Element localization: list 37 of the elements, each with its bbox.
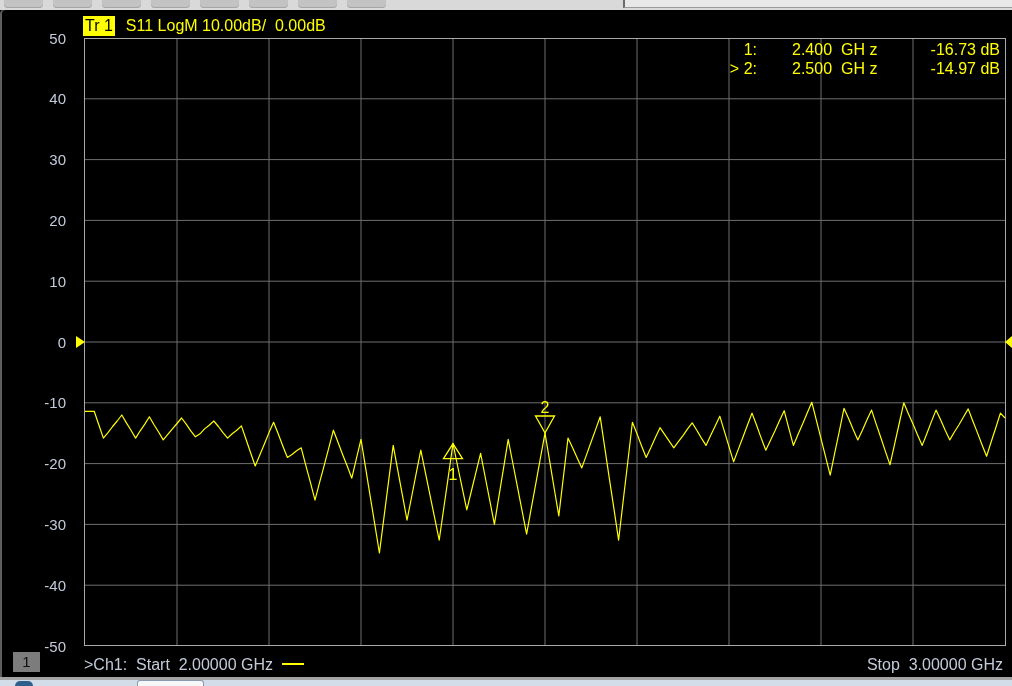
marker-number: > 2: [729,59,757,78]
marker-value: -16.73 dB [930,40,1000,59]
toolbar-button[interactable] [151,0,190,8]
toolbar-button[interactable] [102,0,141,8]
channel-indicator: 1 [13,652,40,672]
toolbar-button[interactable] [53,0,92,8]
y-axis-label: 50 [49,29,66,47]
y-axis-label: 20 [49,211,66,229]
y-axis-label: -50 [44,637,66,655]
toolbar-button[interactable] [347,0,386,8]
toolbar-button[interactable] [249,0,288,8]
taskbar-button[interactable] [137,680,204,686]
marker-frequency: 2.500 GH z [792,59,878,78]
reference-arrow-icon [76,336,85,348]
taskbar-button[interactable] [15,681,33,686]
y-axis-label: -40 [44,576,66,594]
y-axis-label: -20 [44,455,66,473]
reference-arrow-icon [1005,336,1012,348]
marker-label: 2 [540,399,550,416]
marker-frequency: 2.400 GH z [792,40,878,59]
toolbar-button[interactable] [4,0,43,8]
trace-indicator: Tr 1 [83,16,115,36]
y-axis-label: 10 [49,272,66,290]
trace-line-sample-icon [282,663,304,665]
sweep-stop: Stop 3.00000 GHz [866,654,1003,675]
marker-value: -14.97 dB [930,59,1000,78]
marker-label: 1 [448,465,458,483]
y-axis-label: -30 [44,515,66,533]
y-axis-label: 0 [57,333,66,351]
toolbar-button[interactable] [200,0,239,8]
trace-settings: S11 LogM 10.00dB/ 0.00dB [125,16,326,36]
y-axis-label: 40 [49,90,66,108]
toolbar-button[interactable] [298,0,337,8]
sweep-start: >Ch1: Start 2.00000 GHz [84,654,273,675]
y-axis-label: 30 [49,151,66,169]
y-axis-label: -10 [44,394,66,412]
marker-number: 1: [743,40,757,59]
